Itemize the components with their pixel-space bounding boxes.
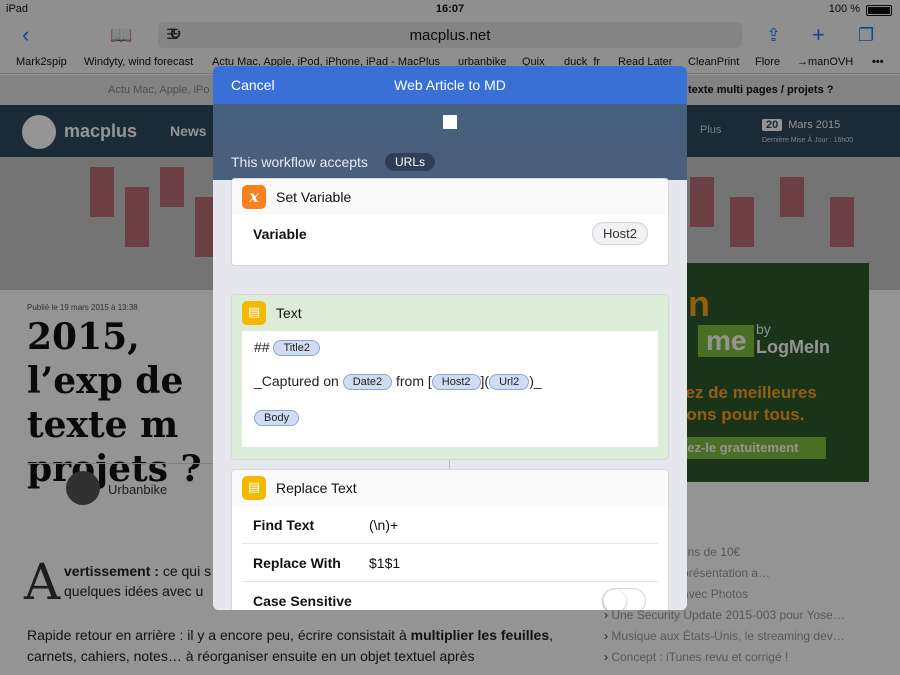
- action-title: Replace Text: [276, 480, 357, 496]
- variable-token[interactable]: Title2: [273, 340, 320, 357]
- variable-token[interactable]: Url2: [489, 374, 530, 391]
- workflow-glyph-icon: [443, 115, 457, 129]
- variable-token[interactable]: Date2: [342, 374, 393, 391]
- variable-token[interactable]: Host2: [431, 374, 481, 391]
- workflow-modal: Cancel Web Article to MD This workflow a…: [213, 66, 687, 610]
- accepts-label: This workflow accepts: [231, 154, 368, 170]
- modal-title: Web Article to MD: [394, 77, 506, 93]
- action-text[interactable]: ▤ Text ## Title2 _Captured on Date2 from…: [231, 294, 669, 460]
- row-label: Replace With: [253, 555, 341, 571]
- text-fragment: ](: [480, 373, 490, 389]
- row-label: Case Sensitive: [253, 593, 352, 609]
- action-title: Set Variable: [276, 189, 352, 205]
- case-sensitive-toggle[interactable]: [602, 588, 646, 610]
- text-fragment: ##: [254, 339, 270, 355]
- workflow-actions: x Set Variable Variable Host2 ▤ Text ## …: [213, 178, 687, 610]
- row-label: Find Text: [253, 517, 315, 533]
- accepts-token[interactable]: URLs: [385, 153, 436, 171]
- document-icon: ▤: [242, 476, 266, 500]
- workflow-header: This workflow accepts URLs: [213, 104, 687, 180]
- replace-with-row[interactable]: Replace With $1$1: [242, 544, 658, 582]
- text-line-3: Body: [254, 409, 300, 427]
- text-fragment: from [: [395, 373, 432, 389]
- action-title: Text: [276, 305, 302, 321]
- case-sensitive-row[interactable]: Case Sensitive: [242, 582, 658, 610]
- variable-x-icon: x: [242, 185, 266, 209]
- text-fragment: )_: [529, 373, 542, 389]
- action-header: ▤ Replace Text: [232, 470, 668, 506]
- modal-header: Cancel Web Article to MD: [213, 66, 687, 104]
- text-line-1: ## Title2: [254, 339, 320, 357]
- text-line-2: _Captured on Date2 from [Host2](Url2)_: [254, 373, 542, 391]
- row-label: Variable: [253, 226, 307, 242]
- variable-row[interactable]: Variable Host2: [242, 215, 658, 253]
- action-replace-text[interactable]: ▤ Replace Text Find Text (\n)+ Replace W…: [231, 469, 669, 610]
- variable-token[interactable]: Body: [254, 410, 300, 427]
- text-editor[interactable]: ## Title2 _Captured on Date2 from [Host2…: [242, 331, 658, 447]
- find-text-value[interactable]: (\n)+: [369, 517, 398, 533]
- document-icon: ▤: [242, 301, 266, 325]
- replace-with-value[interactable]: $1$1: [369, 555, 400, 571]
- variable-name-token[interactable]: Host2: [592, 222, 648, 245]
- find-text-row[interactable]: Find Text (\n)+: [242, 506, 658, 544]
- action-header: ▤ Text: [232, 295, 668, 331]
- text-fragment: _Captured on: [254, 373, 339, 389]
- action-set-variable[interactable]: x Set Variable Variable Host2: [231, 178, 669, 266]
- action-header: x Set Variable: [232, 179, 668, 215]
